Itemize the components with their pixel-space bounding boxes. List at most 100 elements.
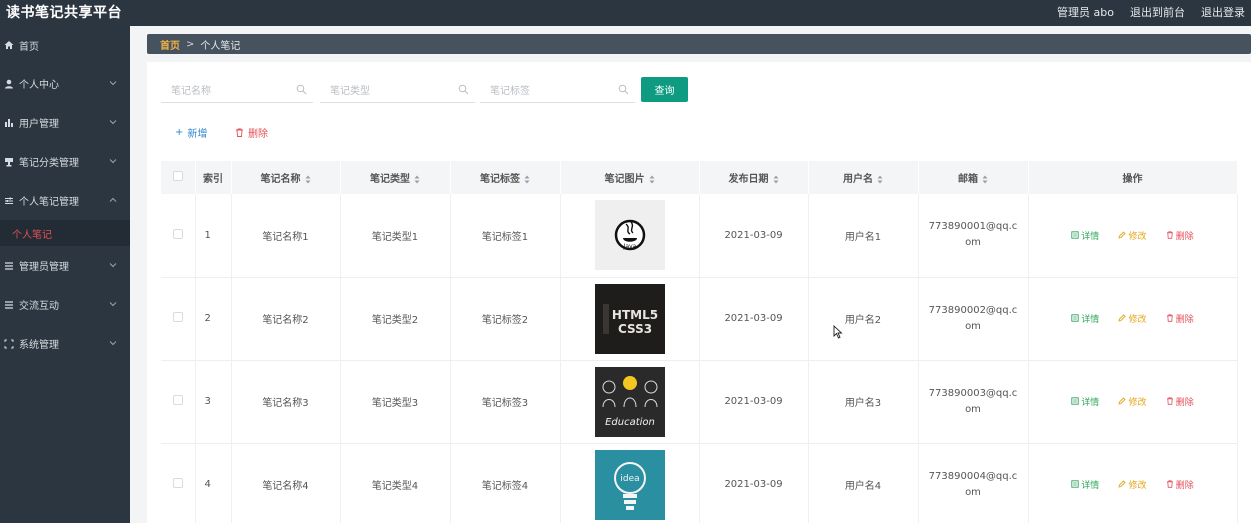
edit-label: 修改 bbox=[1128, 231, 1147, 242]
delete-button[interactable]: 删除 bbox=[1166, 312, 1194, 325]
detail-button[interactable]: 详情 bbox=[1071, 312, 1099, 325]
email-text: 773890004@qq.com bbox=[928, 470, 1018, 498]
delete-button[interactable]: 删除 bbox=[1166, 478, 1194, 491]
detail-button[interactable]: 详情 bbox=[1071, 395, 1099, 408]
sidebar-item-users[interactable]: 用户管理 bbox=[0, 103, 130, 142]
search-icon bbox=[296, 84, 307, 95]
education-caption: Education bbox=[605, 417, 655, 428]
cell-type: 笔记类型2 bbox=[340, 277, 451, 361]
col-date[interactable]: 发布日期 bbox=[699, 161, 809, 194]
row-checkbox-cell[interactable] bbox=[161, 194, 196, 278]
row-checkbox[interactable] bbox=[172, 478, 183, 488]
sidebar-item-system[interactable]: 系统管理 bbox=[0, 324, 130, 363]
cell-index: 4 bbox=[195, 443, 232, 523]
sidebar-subitem-my-notes[interactable]: 个人笔记 bbox=[0, 220, 130, 246]
content-panel: 笔记名称 笔记类型 笔记标签 查询 + 新增 删除 索引 笔记名称 笔记类型 笔… bbox=[147, 62, 1251, 523]
sidebar-item-label: 用户管理 bbox=[19, 119, 59, 130]
search-name-input[interactable]: 笔记名称 bbox=[161, 77, 313, 103]
edit-button[interactable]: 修改 bbox=[1118, 478, 1147, 491]
sidebar-item-notes[interactable]: 个人笔记管理 bbox=[0, 181, 130, 220]
row-checkbox-cell[interactable] bbox=[161, 360, 196, 444]
remove-label: 删除 bbox=[1175, 397, 1194, 408]
sidebar-item-label: 个人中心 bbox=[19, 80, 59, 91]
java-logo-thumbnail: Java bbox=[594, 200, 665, 271]
col-email-label: 邮箱 bbox=[958, 174, 978, 185]
top-bar: 读书笔记共享平台 管理员 abo 退出到前台 退出登录 bbox=[0, 0, 1251, 26]
cell-actions: 详情 修改 删除 bbox=[1028, 194, 1238, 278]
row-checkbox-cell[interactable] bbox=[161, 277, 196, 361]
cell-date: 2021-03-09 bbox=[699, 277, 809, 361]
query-button[interactable]: 查询 bbox=[641, 77, 688, 102]
cell-actions: 详情 修改 删除 bbox=[1028, 360, 1238, 444]
select-all-checkbox[interactable] bbox=[172, 171, 183, 181]
sidebar-item-profile[interactable]: 个人中心 bbox=[0, 64, 130, 103]
col-user-label: 用户名 bbox=[843, 174, 873, 185]
chevron-down-icon bbox=[109, 341, 117, 346]
col-type[interactable]: 笔记类型 bbox=[340, 161, 451, 194]
row-checkbox[interactable] bbox=[172, 228, 183, 239]
sort-icon bbox=[414, 175, 420, 183]
col-image[interactable]: 笔记图片 bbox=[560, 161, 700, 194]
search-icon bbox=[618, 84, 629, 95]
to-front-link[interactable]: 退出到前台 bbox=[1130, 4, 1185, 20]
cell-tag: 笔记标签4 bbox=[450, 443, 561, 523]
col-tag[interactable]: 笔记标签 bbox=[450, 161, 561, 194]
cell-user: 用户名3 bbox=[808, 360, 919, 444]
cell-tag: 笔记标签2 bbox=[450, 277, 561, 361]
row-checkbox-cell[interactable] bbox=[161, 443, 196, 523]
cell-date: 2021-03-09 bbox=[699, 443, 809, 523]
search-type-placeholder: 笔记类型 bbox=[330, 86, 370, 97]
detail-label: 详情 bbox=[1081, 480, 1100, 491]
table-header-row: 索引 笔记名称 笔记类型 笔记标签 笔记图片 发布日期 用户名 邮箱 操作 bbox=[161, 161, 1238, 194]
edit-button[interactable]: 修改 bbox=[1118, 312, 1147, 325]
batch-delete-button[interactable]: 删除 bbox=[235, 125, 268, 140]
col-index: 索引 bbox=[195, 161, 232, 194]
sidebar-item-label: 笔记分类管理 bbox=[19, 158, 79, 169]
col-user[interactable]: 用户名 bbox=[808, 161, 919, 194]
css3-title: CSS3 bbox=[617, 322, 651, 336]
top-links: 管理员 abo 退出到前台 退出登录 bbox=[1057, 4, 1245, 20]
sidebar-item-categories[interactable]: 笔记分类管理 bbox=[0, 142, 130, 181]
cell-tag: 笔记标签3 bbox=[450, 360, 561, 444]
edit-label: 修改 bbox=[1128, 397, 1147, 408]
table-row: 3 笔记名称3 笔记类型3 笔记标签3 Education 2021-03-09… bbox=[161, 360, 1238, 444]
sidebar-item-label: 管理员管理 bbox=[19, 262, 69, 273]
col-name[interactable]: 笔记名称 bbox=[231, 161, 341, 194]
col-name-label: 笔记名称 bbox=[260, 174, 301, 185]
sidebar-item-home[interactable]: 首页 bbox=[0, 26, 130, 64]
sidebar-item-interaction[interactable]: 交流互动 bbox=[0, 285, 130, 324]
trash-icon bbox=[1166, 231, 1173, 239]
html5-css3-thumbnail: HTML5 CSS3 bbox=[594, 283, 665, 354]
education-thumbnail: Education bbox=[594, 366, 665, 437]
edit-button[interactable]: 修改 bbox=[1118, 395, 1147, 408]
cell-user: 用户名1 bbox=[808, 194, 919, 278]
cell-index: 3 bbox=[195, 360, 232, 444]
add-button[interactable]: + 新增 bbox=[175, 125, 207, 140]
bar-chart-icon bbox=[3, 117, 15, 129]
breadcrumb-home[interactable]: 首页 bbox=[160, 37, 180, 52]
delete-button[interactable]: 删除 bbox=[1166, 395, 1194, 408]
delete-button[interactable]: 删除 bbox=[1166, 229, 1194, 242]
edit-label: 修改 bbox=[1128, 480, 1147, 491]
col-tag-label: 笔记标签 bbox=[480, 174, 520, 185]
cell-name: 笔记名称1 bbox=[231, 194, 341, 278]
table-row: 4 笔记名称4 笔记类型4 笔记标签4 idea 2021-03-09 用户名4… bbox=[161, 443, 1238, 523]
sidebar-item-admins[interactable]: 管理员管理 bbox=[0, 246, 130, 285]
home-icon bbox=[3, 39, 15, 51]
row-checkbox[interactable] bbox=[172, 395, 183, 405]
sidebar-item-label: 系统管理 bbox=[19, 340, 59, 351]
edit-button[interactable]: 修改 bbox=[1118, 229, 1147, 242]
expand-icon bbox=[3, 338, 15, 350]
row-checkbox[interactable] bbox=[172, 312, 183, 322]
document-icon bbox=[1071, 314, 1079, 322]
cell-type: 笔记类型4 bbox=[340, 443, 451, 523]
logout-link[interactable]: 退出登录 bbox=[1201, 4, 1245, 20]
detail-button[interactable]: 详情 bbox=[1071, 229, 1099, 242]
select-all-header[interactable] bbox=[161, 161, 196, 194]
search-tag-input[interactable]: 笔记标签 bbox=[480, 77, 635, 103]
delete-button-label: 删除 bbox=[248, 129, 268, 140]
col-email[interactable]: 邮箱 bbox=[918, 161, 1029, 194]
search-type-input[interactable]: 笔记类型 bbox=[320, 77, 475, 103]
cell-image: HTML5 CSS3 bbox=[560, 277, 700, 361]
detail-button[interactable]: 详情 bbox=[1071, 478, 1099, 491]
